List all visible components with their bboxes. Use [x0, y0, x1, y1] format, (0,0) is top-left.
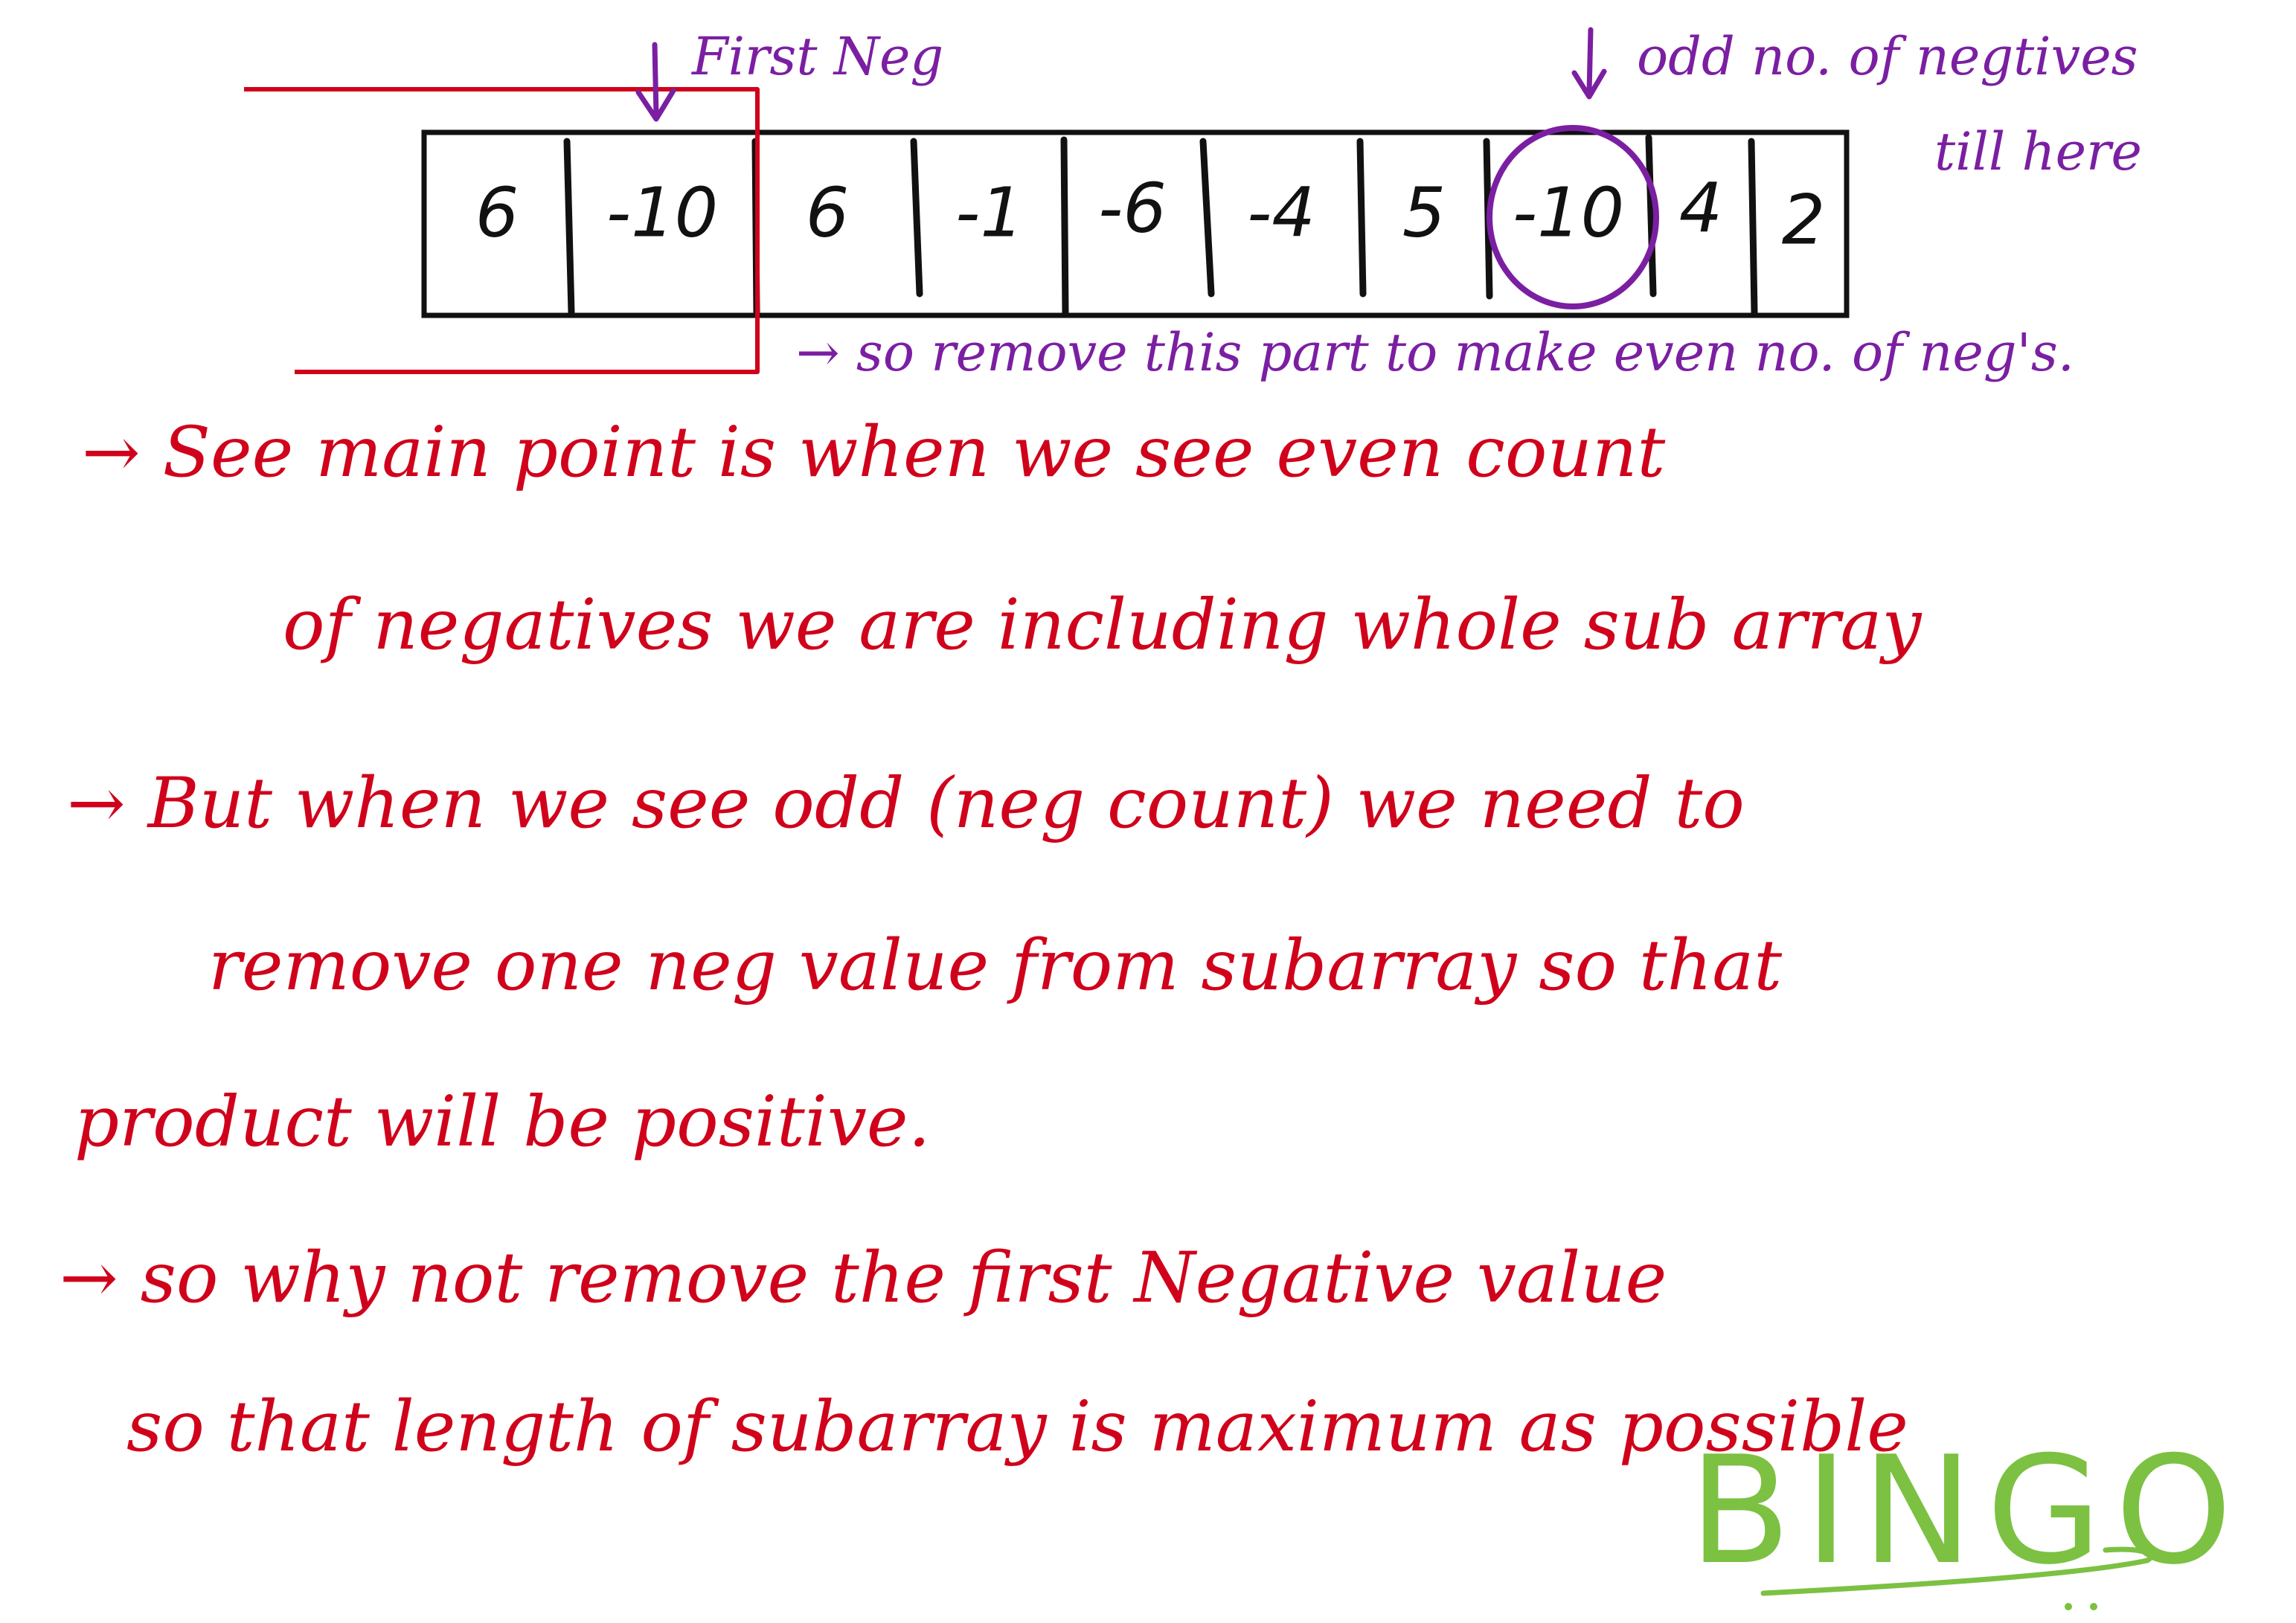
note-line: → See main point is when we see even cou…	[82, 412, 1666, 493]
array-cell: 6	[475, 173, 519, 252]
divider	[1199, 138, 1215, 298]
note-line: → so why not remove the first Negative v…	[60, 1238, 1667, 1319]
odd-negatives-label: odd no. of negtives	[1637, 26, 2138, 87]
down-arrow-icon	[1571, 27, 1607, 100]
note-line: → But when we see odd (neg count) we nee…	[67, 763, 1745, 844]
divider	[1060, 136, 1069, 316]
note-line: remove one neg value from subarray so th…	[208, 925, 1782, 1006]
array-cell: -1	[955, 173, 1024, 252]
divider	[1356, 138, 1367, 298]
note-line: of negatives we are including whole sub …	[283, 585, 1923, 666]
first-neg-annotation: First Neg	[635, 26, 943, 122]
array-cell: 6	[806, 173, 850, 252]
first-neg-label: First Neg	[690, 26, 943, 87]
divider	[563, 138, 575, 316]
array-cell: 2	[1782, 180, 1826, 260]
divider	[910, 138, 923, 298]
note-line: so that length of subarray is maximum as…	[126, 1386, 1908, 1468]
bingo-stamp: BINGO	[1689, 1424, 2245, 1610]
note-line: product will be positive.	[74, 1082, 930, 1163]
whiteboard-canvas: 6 -10 6 -1 -6 -4 5 -10 4 2 First Neg odd…	[60, 26, 2245, 1610]
explanation-notes: → See main point is when we see even cou…	[60, 412, 1923, 1468]
bingo-dot	[2090, 1603, 2097, 1610]
divider	[1748, 138, 1758, 316]
array-cell: -10	[1513, 173, 1624, 252]
array-cell: -4	[1247, 173, 1315, 252]
divider	[1645, 134, 1657, 298]
remove-part-label: → so remove this part to make even no. o…	[796, 322, 2074, 383]
array-cell: -6	[1098, 168, 1167, 248]
bingo-dot	[2065, 1603, 2072, 1610]
bingo-label: BINGO	[1689, 1424, 2245, 1598]
array-cell: 4	[1679, 168, 1723, 248]
odd-negatives-label-line2: till here	[1934, 121, 2142, 182]
array-cell: -10	[606, 173, 718, 252]
down-arrow-icon	[635, 42, 676, 122]
array-cell: 5	[1402, 173, 1446, 252]
odd-negatives-annotation: odd no. of negtives till here	[1487, 26, 2142, 309]
